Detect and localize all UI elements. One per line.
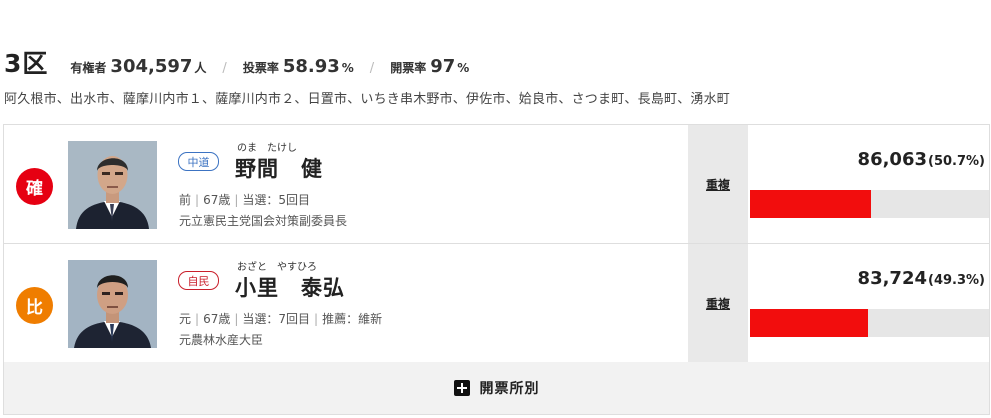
duplicate-cell: 重複 [688, 125, 748, 243]
party-badge: 自民 [178, 271, 219, 290]
turnout-label: 投票率 [242, 61, 279, 75]
separator: / [222, 61, 227, 76]
incumbency: 前 [179, 193, 192, 207]
electorate-unit: 人 [194, 61, 207, 75]
terms: 当選：7回目 [242, 312, 311, 326]
polling-station-label: 開票所別 [479, 381, 540, 397]
candidate-row: 確 中道 のま たけし 野間 健 前 | 67歳 | 当選：5回目 元立憲民主党… [4, 125, 989, 244]
proportional-badge: 比 [16, 287, 53, 324]
votes-percent: (50.7%) [928, 154, 985, 169]
counted-value: 97 [430, 56, 456, 77]
electorate-label: 有権者 [70, 61, 107, 75]
elected-badge: 確 [16, 168, 53, 205]
candidate-kana: おざと やすひろ [237, 262, 317, 273]
vote-share-fill [750, 190, 872, 218]
plus-icon [453, 380, 470, 396]
district-title: 3区 [4, 49, 49, 78]
duplicate-link[interactable]: 重複 [706, 176, 730, 193]
person-portrait-icon [68, 141, 157, 229]
vote-share-fill [750, 309, 868, 337]
candidate-career: 元農林水産大臣 [179, 333, 264, 347]
candidate-photo [68, 260, 157, 348]
turnout-unit: % [341, 61, 354, 75]
candidate-table: 確 中道 のま たけし 野間 健 前 | 67歳 | 当選：5回目 元立憲民主党… [3, 124, 990, 364]
district-summary: 3区 有権者 304,597 人 / 投票率 58.93 % / 開票率 97 … [4, 44, 470, 78]
candidate-profile: 前 | 67歳 | 当選：5回目 [179, 193, 311, 207]
vote-share-bar [750, 190, 989, 218]
counted-unit: % [457, 61, 470, 75]
counted-label: 開票率 [390, 61, 427, 75]
votes-number: 83,724 [857, 268, 928, 289]
candidate-career: 元立憲民主党国会対策副委員長 [179, 214, 348, 228]
candidate-name: 小里 泰弘 [235, 276, 345, 300]
turnout-value: 58.93 [282, 56, 340, 77]
candidate-name: 野間 健 [235, 157, 323, 181]
candidate-kana: のま たけし [237, 143, 297, 154]
duplicate-link[interactable]: 重複 [706, 295, 730, 312]
age: 67歳 [203, 193, 231, 207]
district-areas: 阿久根市、出水市、薩摩川内市１、薩摩川内市２、日置市、いちき串木野市、伊佐市、姶… [4, 92, 731, 107]
separator: / [369, 61, 375, 76]
terms: 当選：5回目 [242, 193, 311, 207]
party-badge: 中道 [178, 152, 219, 171]
votes-percent: (49.3%) [928, 273, 985, 288]
vote-count: 86,063(50.7%) [858, 149, 985, 170]
vote-count: 83,724(49.3%) [858, 268, 985, 289]
incumbency: 元 [179, 312, 192, 326]
votes-number: 86,063 [857, 149, 928, 170]
electorate-value: 304,597 [110, 56, 193, 77]
recommendation: 推薦：維新 [322, 312, 383, 326]
vote-share-bar [750, 309, 989, 337]
person-portrait-icon [68, 260, 157, 348]
candidate-photo [68, 141, 157, 229]
election-result-panel: 3区 有権者 304,597 人 / 投票率 58.93 % / 開票率 97 … [0, 0, 991, 418]
polling-station-toggle[interactable]: 開票所別 [3, 362, 990, 415]
age: 67歳 [203, 312, 231, 326]
duplicate-cell: 重複 [688, 244, 748, 363]
candidate-row: 比 自民 おざと やすひろ 小里 泰弘 元 | 67歳 | 当選：7回目 | 推… [4, 244, 989, 364]
candidate-profile: 元 | 67歳 | 当選：7回目 | 推薦：維新 [179, 312, 383, 326]
